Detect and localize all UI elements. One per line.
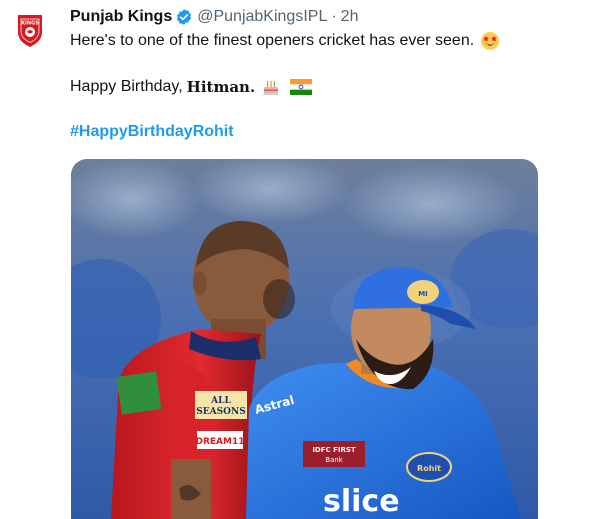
tweet-text-line1: Here's to one of the finest openers cric… <box>70 31 500 51</box>
svg-text:DREAM11: DREAM11 <box>196 437 245 447</box>
svg-text:KINGS: KINGS <box>21 21 39 27</box>
svg-text:ALL: ALL <box>210 396 231 406</box>
author-handle[interactable]: @PunjabKingsIPL <box>197 8 327 26</box>
star-struck-emoji-icon <box>481 32 500 50</box>
tweet-text-line2: Happy Birthday, Hitman. <box>70 77 313 97</box>
hashtag-link[interactable]: #HappyBirthdayRohit <box>70 123 234 141</box>
india-flag-emoji-icon <box>290 79 313 95</box>
timestamp[interactable]: 2h <box>341 8 359 26</box>
birthday-greeting: Happy Birthday, <box>70 78 183 95</box>
birthday-cake-emoji-icon <box>263 80 280 95</box>
author-name[interactable]: Punjab Kings <box>70 8 172 26</box>
avatar[interactable]: KINGS <box>12 12 48 48</box>
nickname-text: Hitman. <box>186 78 256 96</box>
chest-sponsor-text: slice <box>323 484 400 519</box>
svg-text:SEASONS: SEASONS <box>196 407 245 417</box>
punjab-kings-logo-icon: KINGS <box>18 15 42 47</box>
svg-text:MI: MI <box>418 290 428 298</box>
verified-badge-icon <box>177 9 192 25</box>
svg-text:IDFC FIRST: IDFC FIRST <box>312 446 356 454</box>
jersey-name-text: Rohit <box>417 464 441 473</box>
tweet-photo[interactable]: ALL SEASONS DREAM11 MI Astral IDFC FIRST… <box>71 159 538 519</box>
cricket-players-photo: ALL SEASONS DREAM11 MI Astral IDFC FIRST… <box>71 159 538 519</box>
tweet-header: Punjab Kings @PunjabKingsIPL · 2h <box>70 6 358 28</box>
separator: · <box>331 8 337 25</box>
tweet-text: Here's to one of the finest openers cric… <box>70 32 475 49</box>
svg-text:Bank: Bank <box>325 456 344 464</box>
